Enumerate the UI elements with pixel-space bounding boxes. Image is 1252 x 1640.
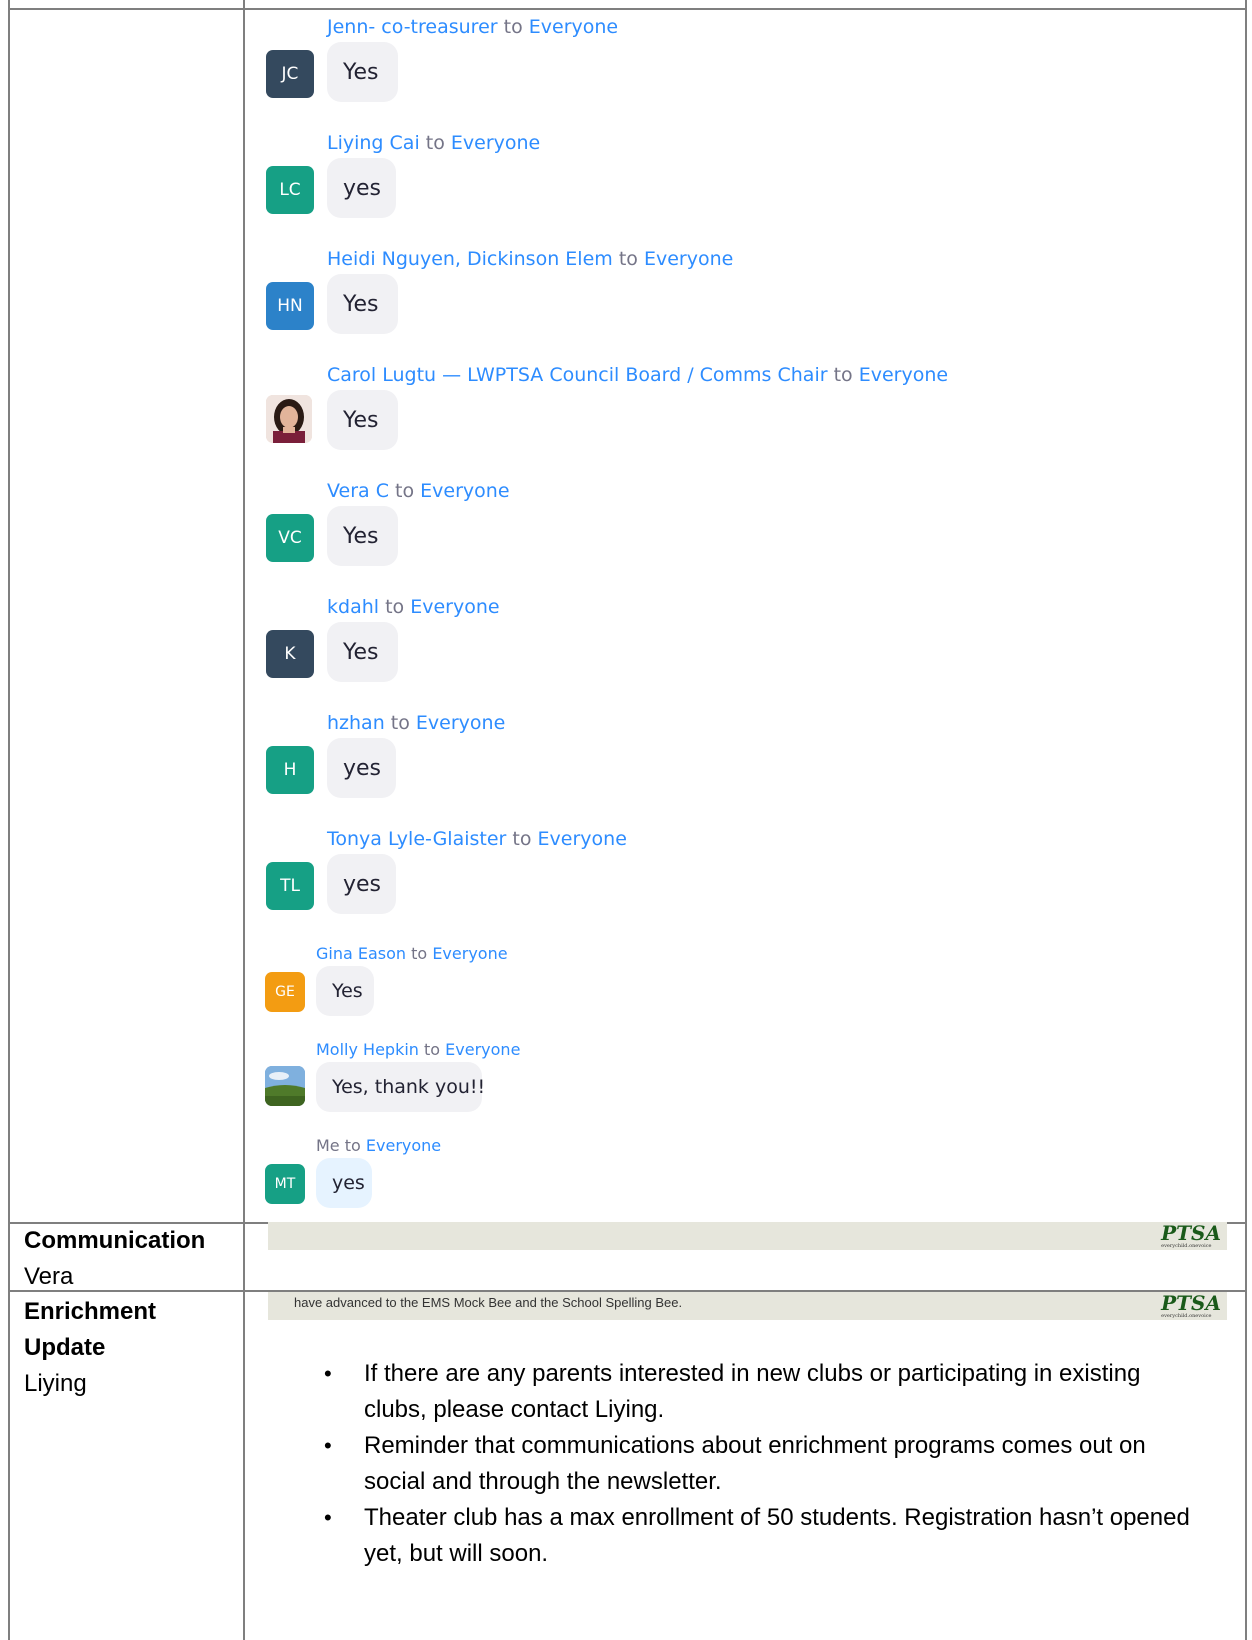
chat-sender: Heidi Nguyen, Dickinson Elem [327, 248, 613, 270]
avatar: HN [266, 282, 314, 330]
chat-to-word: to [390, 712, 410, 734]
chat-recipient: Everyone [410, 596, 500, 618]
chat-recipient: Everyone [415, 712, 506, 734]
landscape-photo-icon [265, 1066, 305, 1106]
chat-sender: Gina Eason [316, 944, 407, 963]
communication-title: Communication [24, 1227, 206, 1254]
table-column-divider [243, 0, 245, 1640]
chat-sender: kdahl [327, 596, 380, 618]
enrichment-title-line1: Enrichment [24, 1298, 157, 1325]
ptsa-logo: PTSA everychild.onevoice [1161, 1291, 1221, 1319]
chat-message-header: Tonya Lyle-Glaister to Everyone [327, 828, 627, 850]
avatar: JC [266, 50, 314, 98]
chat-bubble: Yes [327, 506, 398, 566]
chat-recipient: Everyone [537, 828, 627, 850]
chat-message-header: hzhan to Everyone [327, 712, 505, 734]
chat-message-header: Jenn- co-treasurer to Everyone [327, 16, 618, 38]
banner-text: have advanced to the EMS Mock Bee and th… [294, 1295, 683, 1310]
communication-owner: Vera [24, 1263, 74, 1290]
chat-to-word: to [344, 1136, 361, 1155]
list-item: Theater club has a max enrollment of 50 … [300, 1500, 1200, 1572]
chat-recipient: Everyone [643, 248, 734, 270]
chat-to-word: to [411, 944, 428, 963]
chat-message-header: Me to Everyone [316, 1136, 441, 1155]
enrichment-notes-list: If there are any parents interested in n… [300, 1356, 1200, 1572]
ptsa-logo: PTSA everychild.onevoice [1161, 1221, 1221, 1249]
chat-sender: Me [316, 1136, 340, 1155]
chat-message-header: Vera C to Everyone [327, 480, 510, 502]
chat-to-word: to [425, 132, 445, 154]
list-item: Reminder that communications about enric… [300, 1428, 1200, 1500]
chat-bubble: Yes, thank you!! [316, 1062, 485, 1112]
chat-bubble: Yes [327, 274, 398, 334]
chat-sender: hzhan [327, 712, 385, 734]
chat-recipient: Everyone [445, 1040, 521, 1059]
avatar: K [266, 630, 314, 678]
chat-to-word: to [385, 596, 405, 618]
chat-bubble: yes [327, 854, 396, 914]
chat-to-word: to [833, 364, 853, 386]
chat-sender: Carol Lugtu — LWPTSA Council Board / Com… [327, 364, 828, 386]
chat-message-header: Carol Lugtu — LWPTSA Council Board / Com… [327, 364, 948, 386]
document-banner: have advanced to the EMS Mock Bee and th… [268, 1292, 1227, 1320]
chat-to-word: to [424, 1040, 441, 1059]
chat-message-header: Molly Hepkin to Everyone [316, 1040, 520, 1059]
chat-bubble: yes [316, 1158, 372, 1208]
chat-message-header: Gina Eason to Everyone [316, 944, 508, 963]
chat-message-header: kdahl to Everyone [327, 596, 500, 618]
chat-message-header: Liying Cai to Everyone [327, 132, 540, 154]
avatar: LC [266, 166, 314, 214]
chat-sender: Molly Hepkin [316, 1040, 419, 1059]
enrichment-owner: Liying [24, 1370, 87, 1397]
chat-recipient: Everyone [420, 480, 510, 502]
chat-bubble: yes [327, 738, 396, 798]
chat-bubble: Yes [316, 966, 374, 1016]
enrichment-title-line2: Update [24, 1334, 106, 1361]
chat-bubble: yes [327, 158, 396, 218]
avatar-photo [265, 1066, 305, 1106]
document-banner: PTSA everychild.onevoice [268, 1222, 1227, 1250]
avatar-photo [266, 395, 312, 443]
chat-recipient: Everyone [528, 16, 619, 38]
chat-recipient: Everyone [858, 364, 949, 386]
avatar: VC [266, 514, 314, 562]
chat-bubble: Yes [327, 622, 398, 682]
chat-to-word: to [618, 248, 638, 270]
avatar: MT [265, 1164, 305, 1204]
table-border-right [1245, 0, 1247, 1640]
chat-to-word: to [512, 828, 532, 850]
chat-bubble: Yes [327, 390, 398, 450]
chat-recipient: Everyone [450, 132, 541, 154]
list-item: If there are any parents interested in n… [300, 1356, 1200, 1428]
chat-to-word: to [395, 480, 415, 502]
chat-recipient: Everyone [365, 1136, 442, 1155]
chat-sender: Liying Cai [327, 132, 420, 154]
table-border-top [8, 8, 1247, 10]
person-photo-icon [266, 395, 312, 443]
table-border-left [8, 0, 10, 1640]
chat-message-header: Heidi Nguyen, Dickinson Elem to Everyone [327, 248, 733, 270]
chat-sender: Vera C [327, 480, 389, 502]
chat-to-word: to [503, 16, 523, 38]
chat-sender: Tonya Lyle-Glaister [327, 828, 507, 850]
chat-recipient: Everyone [432, 944, 508, 963]
avatar: GE [265, 972, 305, 1012]
avatar: TL [266, 862, 314, 910]
chat-bubble: Yes [327, 42, 398, 102]
chat-sender: Jenn- co-treasurer [327, 16, 498, 38]
avatar: H [266, 746, 314, 794]
